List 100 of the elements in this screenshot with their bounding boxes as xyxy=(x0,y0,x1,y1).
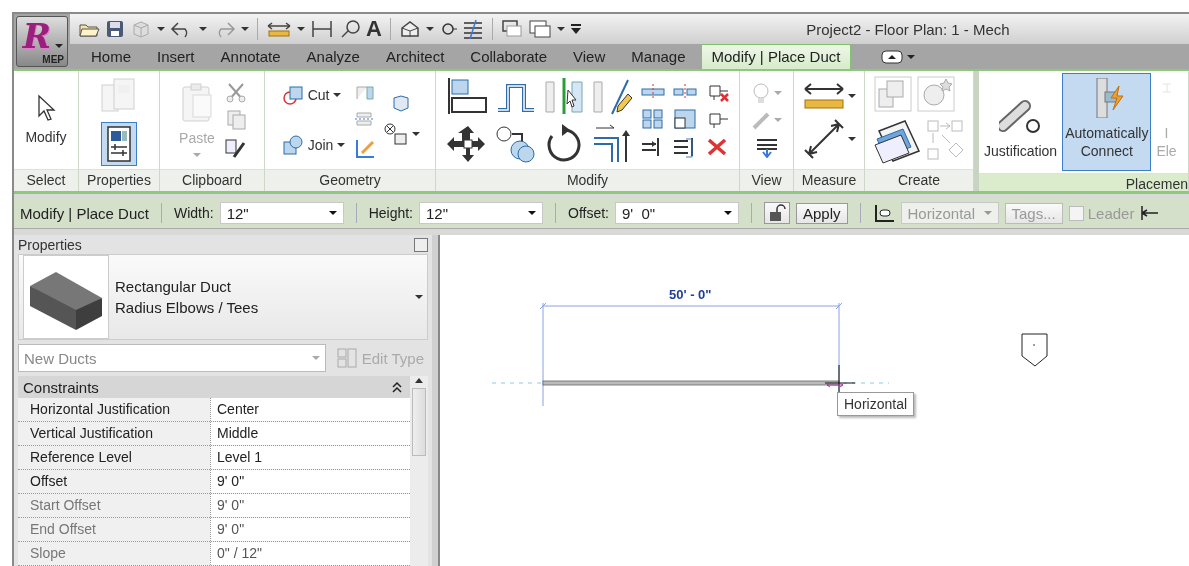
scroll-up-icon[interactable] xyxy=(414,376,424,384)
type-name: Radius Elbows / Tees xyxy=(115,298,260,318)
ribbon-button[interactable]: Cut xyxy=(279,82,344,108)
caret-icon[interactable] xyxy=(199,27,207,31)
copy-circles-icon[interactable] xyxy=(493,124,538,164)
panel-label: Modify xyxy=(436,169,739,191)
caret-icon[interactable] xyxy=(425,27,434,31)
caret-icon[interactable] xyxy=(157,27,165,31)
property-name: Reference Level xyxy=(29,448,133,467)
panel-label: Measure xyxy=(794,169,864,191)
wall-joins-icon[interactable] xyxy=(383,122,410,146)
duct[interactable] xyxy=(542,380,840,386)
paintbrush-icon[interactable] xyxy=(224,137,248,159)
ribbon-button[interactable]: Join xyxy=(279,132,348,158)
panel-label: Placemen xyxy=(979,173,1188,191)
panel-label: View xyxy=(740,169,793,191)
property-name: Vertical Justification xyxy=(29,424,154,443)
ribbon-tab[interactable]: Insert xyxy=(146,44,206,69)
caret-icon[interactable] xyxy=(847,137,856,141)
type-selector[interactable]: Rectangular Duct Radius Elbows / Tees xyxy=(18,254,428,340)
caret-icon[interactable] xyxy=(847,94,856,98)
type-family: Rectangular Duct xyxy=(115,277,232,297)
array-icon[interactable] xyxy=(639,108,666,130)
ribbon-tab[interactable]: Modify | Place Duct xyxy=(700,44,852,69)
text-tool[interactable]: A xyxy=(366,18,382,40)
property-value[interactable]: Middle xyxy=(210,422,410,445)
group-header[interactable]: Constraints xyxy=(18,376,410,398)
dropdown-field[interactable]: 9' 0" xyxy=(615,202,739,224)
field-label: Height: xyxy=(368,205,413,221)
property-value[interactable]: Center xyxy=(210,398,410,421)
caret-icon[interactable] xyxy=(241,27,249,31)
measure-icon[interactable] xyxy=(802,80,845,112)
property-value[interactable]: Level 1 xyxy=(210,446,410,469)
ribbon-button[interactable]: Modify xyxy=(22,88,70,152)
dropdown-field[interactable]: 12" xyxy=(419,202,543,224)
switch-windows-icon[interactable] xyxy=(527,19,552,39)
aligned-measure-icon[interactable] xyxy=(802,118,845,160)
property-name: Horizontal Justification xyxy=(29,400,172,419)
ribbon-tab[interactable]: Analyze xyxy=(295,44,371,69)
panel-label: Properties xyxy=(79,169,159,191)
ribbon-tab[interactable]: Manage xyxy=(620,44,697,69)
property-name: Offset xyxy=(29,472,69,491)
elevation-marker-icon[interactable] xyxy=(1021,333,1048,367)
ribbon-tab[interactable]: Collaborate xyxy=(459,44,559,69)
join-geometry-icon[interactable] xyxy=(281,134,304,156)
caret-icon[interactable] xyxy=(724,211,732,215)
panel-title: Properties xyxy=(18,236,82,253)
caret-icon[interactable] xyxy=(297,27,305,31)
justification-setting-icon[interactable] xyxy=(872,203,895,223)
instance-filter-field[interactable]: New Ducts xyxy=(18,344,326,372)
close-windows-icon[interactable] xyxy=(500,19,523,39)
thin-lines-icon[interactable] xyxy=(461,19,484,39)
house-icon[interactable] xyxy=(398,19,421,39)
caret-icon[interactable] xyxy=(907,54,916,59)
customize-icon[interactable] xyxy=(569,23,582,35)
panel-label: Geometry xyxy=(265,169,435,191)
pointer-icon[interactable] xyxy=(35,93,57,122)
ribbon-tab[interactable]: Annotate xyxy=(209,44,292,69)
application-menu-button[interactable]: R MEP xyxy=(16,16,68,67)
dimension-text[interactable]: 50' - 0" xyxy=(669,287,712,302)
field-label: Offset: xyxy=(568,205,609,221)
collapse-chevron-icon[interactable] xyxy=(392,381,402,393)
field-label: Width: xyxy=(173,205,214,221)
property-name: Start Offset xyxy=(29,496,102,515)
apply-button[interactable]: Apply xyxy=(796,202,848,224)
linear-dimension-icon[interactable] xyxy=(310,19,334,39)
cut-geometry-icon[interactable] xyxy=(281,84,304,106)
linework-icon[interactable] xyxy=(754,136,779,158)
scissors-icon[interactable] xyxy=(225,81,247,103)
dimension-arrow-icon[interactable] xyxy=(1140,204,1161,222)
caret-icon[interactable] xyxy=(528,211,536,215)
dimension-icon[interactable] xyxy=(266,20,292,38)
caret-icon[interactable] xyxy=(337,143,346,147)
scrollbar-thumb[interactable] xyxy=(412,388,426,456)
align-icon[interactable] xyxy=(445,76,490,116)
ribbon-button[interactable]: Justification xyxy=(981,73,1061,172)
save-icon[interactable] xyxy=(105,19,125,39)
ribbon-tab[interactable]: Architect xyxy=(374,44,456,69)
caret-icon[interactable] xyxy=(412,132,421,136)
property-name: End Offset xyxy=(29,520,97,539)
panel-toggle-icon[interactable] xyxy=(881,49,904,64)
caret-icon[interactable] xyxy=(333,93,342,97)
panel-label: Clipboard xyxy=(160,169,264,191)
property-name: Slope xyxy=(29,544,67,563)
checkbox-label: Leader xyxy=(1087,204,1135,222)
ribbon-tab[interactable]: Home xyxy=(80,44,142,69)
tooltip: Horizontal xyxy=(837,392,915,416)
caret-icon[interactable] xyxy=(328,211,337,215)
panel-label: Create xyxy=(865,169,973,191)
caret-icon[interactable] xyxy=(556,27,565,31)
duct-section-icon[interactable] xyxy=(872,117,923,165)
dimension-line[interactable] xyxy=(539,302,843,407)
caret-icon[interactable] xyxy=(55,44,63,48)
caret-icon[interactable] xyxy=(415,295,423,299)
scale-icon[interactable] xyxy=(671,108,698,130)
ribbon-button[interactable]: Automatically Connect xyxy=(1062,73,1152,172)
dropdown-field[interactable]: 12" xyxy=(219,202,344,224)
close-icon[interactable] xyxy=(414,237,428,252)
ribbon-tab[interactable]: View xyxy=(562,44,617,69)
property-value[interactable]: 9' 0" xyxy=(210,470,410,493)
